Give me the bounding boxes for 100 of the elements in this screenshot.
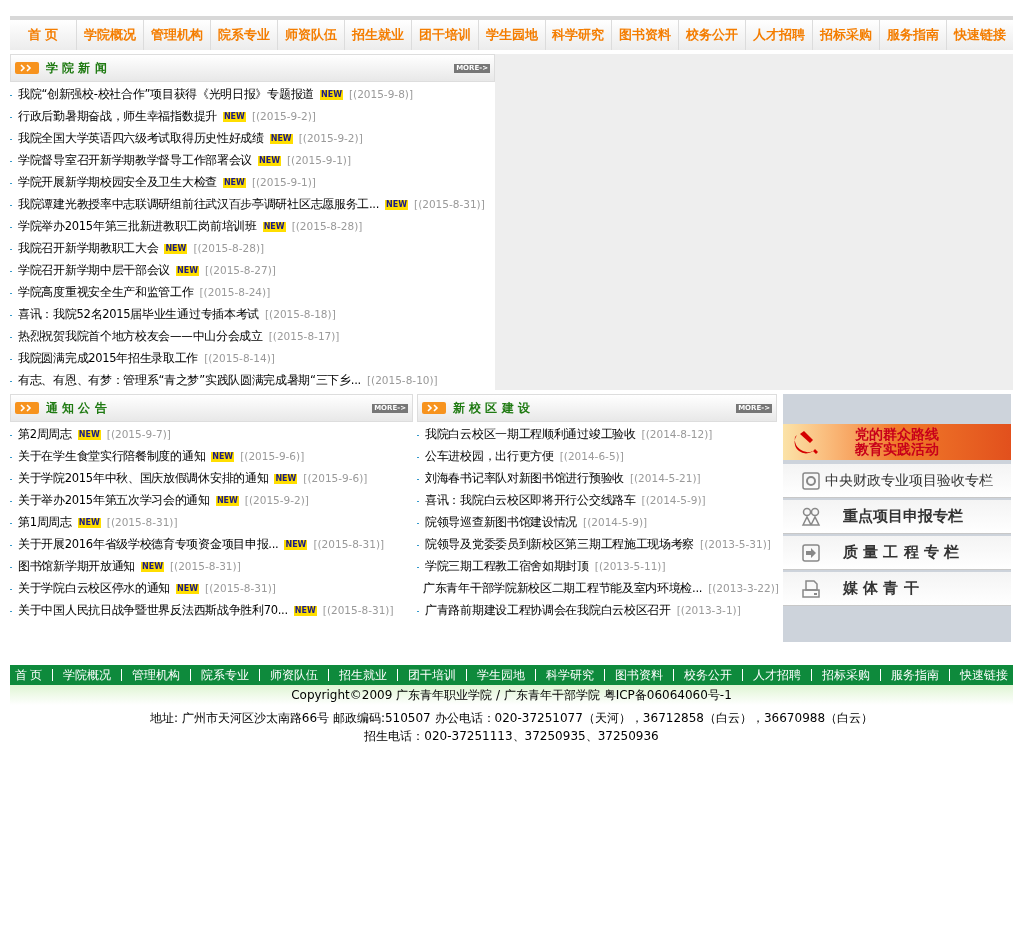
news-link[interactable]: 广青路前期建设工程协调会在我院白云校区召开 — [425, 602, 671, 620]
news-link[interactable]: 第1周周志 — [18, 514, 72, 532]
section-title: 新 校 区 建 设 — [453, 400, 530, 417]
footer-nav-link[interactable]: 快速链接 — [949, 669, 1019, 681]
new-badge: NEW — [77, 518, 101, 528]
news-link[interactable]: 我院全国大学英语四六级考试取得历史性好成绩 — [18, 130, 264, 148]
footer-nav-link[interactable]: 院系专业 — [190, 669, 260, 681]
footer-nav-link[interactable]: 校务公开 — [673, 669, 743, 681]
news-date: [(2015-8-31)] — [313, 537, 385, 553]
news-link[interactable]: 学院三期工程教工宿舍如期封顶 — [425, 558, 589, 576]
news-date: [(2015-9-2)] — [298, 131, 363, 147]
news-link[interactable]: 热烈祝贺我院首个地方校友会——中山分会成立 — [18, 328, 263, 346]
footer-nav-link[interactable]: 招生就业 — [328, 669, 398, 681]
chevron-icon — [15, 402, 39, 414]
news-link[interactable]: 关于中国人民抗日战争暨世界反法西斯战争胜利70... — [18, 602, 288, 620]
section-title: 通 知 公 告 — [46, 400, 107, 417]
footer-nav-link[interactable]: 师资队伍 — [259, 669, 329, 681]
news-link[interactable]: 院领导巡查新图书馆建设情况 — [425, 514, 578, 532]
address-text: 地址: 广州市天河区沙太南路66号 邮政编码:510507 办公电话：020-37251077（天河），36712858（白云），36670988（白云） — [149, 710, 874, 727]
new-badge: NEW — [258, 156, 281, 166]
sidebar-link[interactable]: 中央财政专业项目验收专栏 — [783, 464, 1011, 498]
new-badge: NEW — [385, 200, 409, 210]
news-link[interactable]: 刘海春书记率队对新图书馆进行预验收 — [425, 470, 624, 488]
new-badge: NEW — [141, 562, 164, 572]
footer-nav-link[interactable]: 管理机构 — [121, 669, 191, 681]
news-date: [(2015-8-31)] — [106, 515, 178, 531]
news-date: [(2015-8-31)] — [414, 197, 485, 213]
news-link[interactable]: 我院“创新强校-校社合作”项目获得《光明日报》专题报道 — [18, 86, 314, 104]
news-link[interactable]: 学院高度重视安全生产和监管工作 — [18, 284, 194, 302]
news-link[interactable]: 有志、有恩、有梦：管理系“青之梦”实践队圆满完成暑期“三下乡... — [18, 372, 361, 390]
news-link[interactable]: 关于学院2015年中秋、国庆放假调休安排的通知 — [18, 470, 269, 488]
new-badge: NEW — [164, 244, 188, 254]
news-date: [(2015-9-1)] — [251, 175, 316, 191]
news-date: [(2015-9-8)] — [348, 87, 413, 103]
news-date: [(2014-5-9)] — [583, 515, 648, 531]
new-badge: NEW — [262, 222, 286, 232]
news-link[interactable]: 我院圆满完成2015年招生录取工作 — [18, 350, 199, 368]
footer-nav-link[interactable]: 招标采购 — [811, 669, 881, 681]
news-date: [(2015-8-27)] — [205, 263, 276, 279]
news-link[interactable]: 我院召开新学期教职工大会 — [18, 240, 159, 258]
news-date: [(2015-8-31)] — [170, 559, 241, 575]
news-date: [(2015-9-2)] — [251, 109, 316, 125]
sidebar-link[interactable]: 重点项目申报专栏 — [783, 500, 1011, 534]
copyright-text: Copyright©2009 广东青年职业学院 / 广东青年干部学院 粤ICP备06064060号-1 — [10, 685, 1013, 705]
news-link[interactable]: 学院开展新学期校园安全及卫生大检查 — [18, 174, 217, 192]
new-badge: NEW — [284, 540, 308, 550]
new-badge: NEW — [211, 452, 235, 462]
footer-nav-link[interactable]: 团干培训 — [397, 669, 467, 681]
news-link[interactable]: 关于在学生食堂实行陪餐制度的通知 — [18, 448, 206, 466]
chevron-icon — [422, 402, 446, 414]
news-date: [(2015-8-31)] — [205, 581, 276, 597]
new-badge: NEW — [222, 178, 246, 188]
news-link[interactable]: 关于学院白云校区停水的通知 — [18, 580, 171, 598]
footer-nav-link[interactable]: 人才招聘 — [742, 669, 812, 681]
news-date: [(2015-8-31)] — [322, 603, 394, 619]
news-date: [(2014-8-12)] — [641, 427, 713, 443]
news-date: [(2013-5-11)] — [594, 559, 666, 575]
news-link[interactable]: 关于举办2015年第五次学习会的通知 — [18, 492, 210, 510]
footer-nav-link[interactable]: 首 页 — [4, 669, 53, 681]
news-date: [(2015-9-2)] — [244, 493, 309, 509]
news-link[interactable]: 喜讯：我院白云校区即将开行公交线路车 — [425, 492, 636, 510]
footer-nav-link[interactable]: 学生园地 — [466, 669, 536, 681]
news-link[interactable]: 学院督导室召开新学期教学督导工作部署会议 — [18, 152, 252, 170]
target-icon — [801, 470, 821, 491]
new-badge: NEW — [77, 430, 101, 440]
footer-nav-link[interactable]: 科学研究 — [535, 669, 605, 681]
footer-nav-link[interactable]: 图书资料 — [604, 669, 674, 681]
news-date: [(2013-5-31)] — [700, 537, 771, 553]
news-link[interactable]: 图书馆新学期开放通知 — [18, 558, 135, 576]
new-badge: NEW — [274, 474, 298, 484]
news-link[interactable]: 院领导及党委委员到新校区第三期工程施工现场考察 — [425, 536, 695, 554]
news-date: [(2013-3-22)] — [708, 581, 779, 597]
news-link[interactable]: 公车进校园，出行更方便 — [425, 448, 554, 466]
new-badge: NEW — [269, 134, 293, 144]
footer-nav-link[interactable]: 服务指南 — [880, 669, 950, 681]
news-link[interactable]: 广东青年干部学院新校区二期工程节能及室内环境检... — [423, 580, 703, 598]
footer-nav-link[interactable]: 学院概况 — [52, 669, 122, 681]
news-link[interactable]: 第2周周志 — [18, 426, 72, 444]
new-badge: NEW — [222, 112, 246, 122]
news-link[interactable]: 行政后勤暑期奋战，师生幸福指数提升 — [18, 108, 217, 126]
printer-icon — [801, 578, 821, 599]
news-date: [(2014-6-5)] — [559, 449, 624, 465]
news-date: [(2015-9-1)] — [287, 153, 352, 169]
news-date: [(2015-8-28)] — [291, 219, 363, 235]
section-title: 学 院 新 闻 — [46, 60, 107, 77]
sidebar-link[interactable]: 质 量 工 程 专 栏 — [783, 536, 1011, 570]
banner-text: 党的群众路线 — [855, 427, 939, 442]
news-date: [(2015-8-28)] — [193, 241, 265, 257]
news-link[interactable]: 我院谭建光教授率中志联调研组前往武汉百步亭调研社区志愿服务工... — [18, 196, 380, 214]
news-date: [(2015-8-14)] — [204, 351, 275, 367]
news-link[interactable]: 学院召开新学期中层干部会议 — [18, 262, 171, 280]
news-link[interactable]: 喜讯：我院52名2015届毕业生通过专插本考试 — [18, 306, 259, 324]
new-badge: NEW — [215, 496, 239, 506]
news-date: [(2014-5-9)] — [641, 493, 706, 509]
news-link[interactable]: 学院举办2015年第三批新进教职工岗前培训班 — [18, 218, 257, 236]
news-date: [(2015-9-7)] — [106, 427, 171, 443]
news-date: [(2015-8-10)] — [366, 373, 438, 389]
news-link[interactable]: 我院白云校区一期工程顺利通过竣工验收 — [425, 426, 636, 444]
sidebar-link[interactable]: 媒 体 青 干 — [783, 572, 1011, 606]
news-link[interactable]: 关于开展2016年省级学校德育专项资金项目申报... — [18, 536, 279, 554]
